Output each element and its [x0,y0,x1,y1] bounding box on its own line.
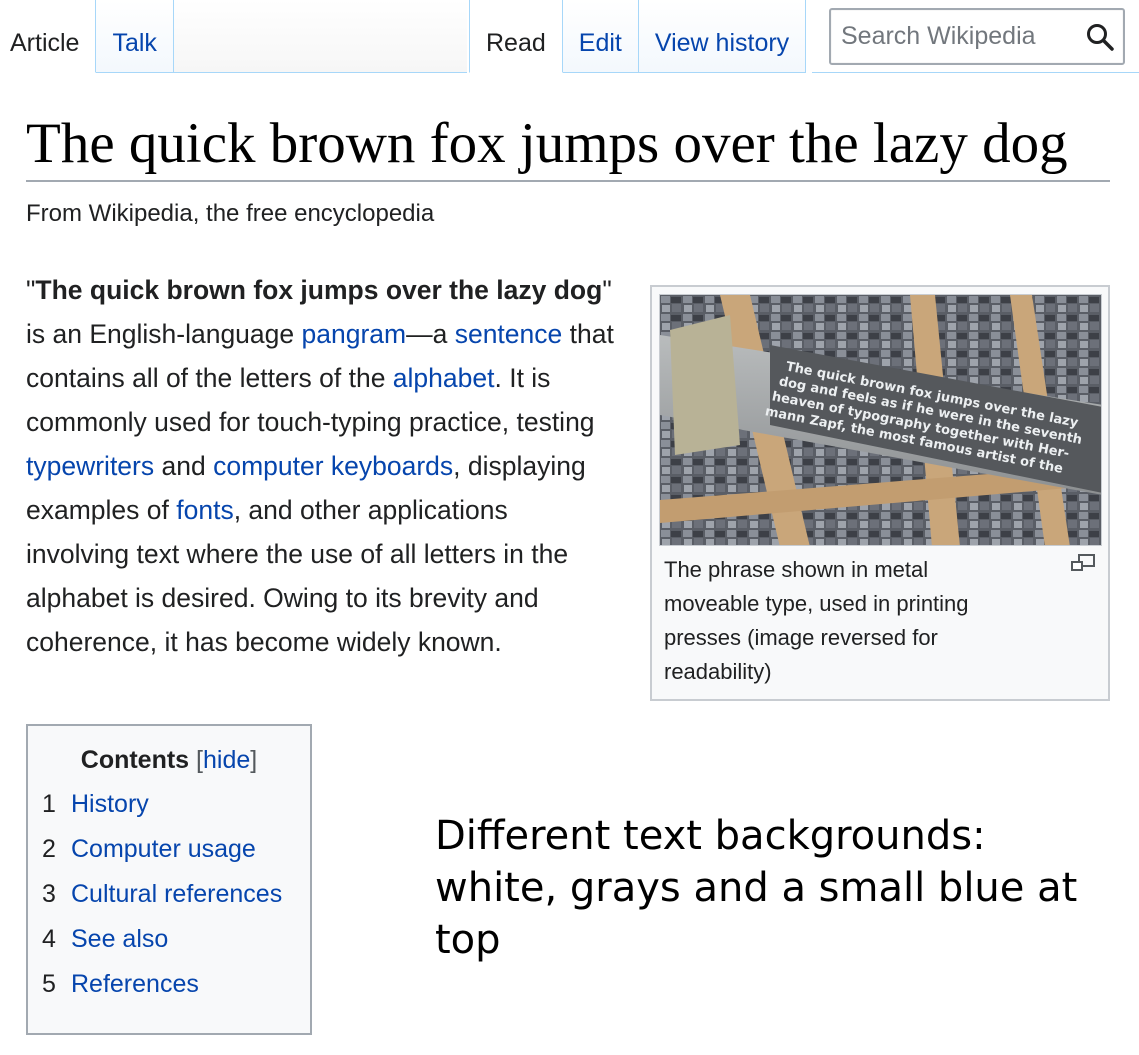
link-sentence[interactable]: sentence [455,319,563,349]
tab-spacer [173,0,467,73]
toc-title: Contents [80,746,190,774]
thumbnail-caption: The phrase shown in metal moveable type,… [664,557,969,684]
toc-link-cultural-references[interactable]: Cultural references [71,880,282,908]
link-pangram[interactable]: pangram [302,319,407,349]
toc-item[interactable]: 3 Cultural references [42,880,282,925]
toc-bracket: ] [250,746,258,774]
view-tabs: Read Edit View history [469,0,807,74]
link-computer-keyboards[interactable]: computer keyboards [213,451,453,481]
tab-read[interactable]: Read [469,0,563,73]
toc-item[interactable]: 5 References [42,970,282,1015]
search-input[interactable] [841,18,1069,54]
link-alphabet[interactable]: alphabet [393,363,495,393]
lead-text: and [154,451,214,481]
toc-item-number: 5 [42,970,56,998]
tab-bar: Article Talk Read Edit View history [0,0,1139,74]
toc-item-number: 3 [42,880,56,908]
toc-link-references[interactable]: References [71,970,199,998]
enlarge-icon[interactable] [1070,553,1096,573]
site-subtitle: From Wikipedia, the free encyclopedia [26,200,435,227]
toc-link-computer-usage[interactable]: Computer usage [71,835,256,863]
toc-item-number: 2 [42,835,56,863]
search-box [829,8,1125,65]
tab-view-history[interactable]: View history [638,0,807,73]
page-title: The quick brown fox jumps over the lazy … [26,108,1110,182]
toc-hide-toggle[interactable]: hide [203,746,250,774]
toc-item[interactable]: 1 History [42,790,282,835]
toc-bracket: [ [196,746,203,774]
lead-bold-title: The quick brown fox jumps over the lazy … [35,275,603,305]
background-note: Different text backgrounds: white, grays… [435,813,1078,963]
tab-article[interactable]: Article [0,0,97,73]
toc-list: 1 History 2 Computer usage 3 Cultural refer… [42,790,282,1015]
toc-item-number: 4 [42,925,56,953]
lead-text: —a [406,319,455,349]
search-icon[interactable] [1085,22,1115,52]
link-fonts[interactable]: fonts [176,495,233,525]
search-area [812,0,1139,73]
toc-link-see-also[interactable]: See also [71,925,168,953]
tab-edit[interactable]: Edit [562,0,639,73]
namespace-tabs: Article Talk [0,0,467,74]
toc-item[interactable]: 2 Computer usage [42,835,282,880]
table-of-contents: Contents [hide] 1 History 2 Computer usage… [26,724,312,1035]
toc-item-number: 1 [42,790,56,818]
thumbnail-image[interactable]: The quick brown fox jumps over the lazy … [659,294,1102,546]
tab-talk[interactable]: Talk [96,0,174,73]
metal-type-illustration: The quick brown fox jumps over the lazy … [660,295,1101,545]
lead-text: " [26,275,36,305]
toc-header: Contents [hide] [28,746,310,775]
toc-item[interactable]: 4 See also [42,925,282,970]
thumbnail-box: The quick brown fox jumps over the lazy … [650,285,1110,701]
link-typewriters[interactable]: typewriters [26,451,154,481]
toc-link-history[interactable]: History [71,790,149,818]
lead-paragraph: "The quick brown fox jumps over the lazy… [26,268,616,664]
